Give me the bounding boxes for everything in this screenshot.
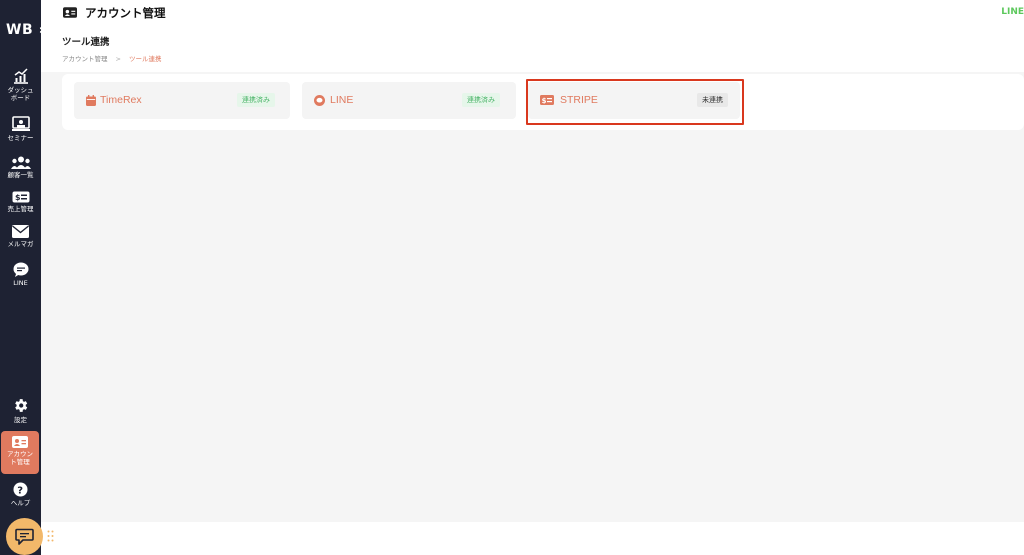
svg-text:$: $ [15,193,21,202]
breadcrumb-parent[interactable]: アカウント管理 [62,55,108,63]
status-badge: 連携済み [237,93,275,107]
tool-card-line[interactable]: LINE 連携済み [302,82,516,119]
drag-handle-icon[interactable] [47,530,54,542]
calendar-icon [86,95,96,106]
sidebar: WB » ダッシュボード セミナー 顧客一覧 [0,0,51,555]
sidebar-item-line[interactable]: LINE [0,262,41,287]
id-card-icon [63,7,77,18]
help-icon: ? [13,482,28,497]
breadcrumb-separator: > [115,55,121,63]
tool-card-timerex[interactable]: TimeRex 連携済み [74,82,290,119]
sidebar-item-dashboard[interactable]: ダッシュボード [0,68,41,102]
chat-bubble-icon [13,262,28,277]
breadcrumb: アカウント管理 > ツール連携 [62,53,161,63]
logo[interactable]: WB [6,22,33,38]
line-icon [314,95,325,106]
id-card-icon [12,436,28,448]
sidebar-item-label: 売上管理 [7,205,34,213]
chat-icon [15,528,34,545]
sidebar-item-label: メルマガ [7,240,34,248]
tool-name: TimeRex [100,94,142,106]
svg-text:?: ? [17,485,23,496]
chart-icon [13,68,28,84]
sidebar-item-label: セミナー [7,134,34,142]
presentation-icon [11,116,30,131]
breadcrumb-current: ツール連携 [128,55,162,63]
status-badge: 連携済み [462,93,500,107]
sidebar-item-settings[interactable]: 設定 [0,397,41,424]
highlight-box [526,79,744,125]
sidebar-item-sales[interactable]: $ 売上管理 [0,191,41,213]
gear-icon [15,399,28,412]
sidebar-item-newsletter[interactable]: メルマガ [0,225,41,248]
page-title: ツール連携 [62,37,110,48]
sidebar-item-account[interactable]: アカウント管理 [1,431,39,474]
sidebar-item-seminar[interactable]: セミナー [0,116,41,142]
sidebar-item-customers[interactable]: 顧客一覧 [0,156,41,179]
sidebar-item-label: アカウント管理 [7,450,33,466]
envelope-icon [12,225,29,238]
users-icon [10,156,31,169]
bottom-bar [41,522,1024,555]
chat-support-button[interactable] [6,518,43,555]
sidebar-item-label: 顧客一覧 [7,171,34,179]
sidebar-item-help[interactable]: ? ヘルプ [0,482,41,507]
sidebar-item-label: LINE [13,279,28,287]
sidebar-item-label: 設定 [14,416,27,424]
tool-name: LINE [330,94,354,106]
money-icon: $ [12,191,29,203]
header: アカウント管理 LINE ツール連携 アカウント管理 > ツール連携 [41,0,1024,72]
sidebar-item-label: ヘルプ [10,499,31,507]
header-line-link[interactable]: LINE [1001,7,1024,17]
header-title: アカウント管理 [85,6,166,20]
sidebar-item-label: ダッシュボード [7,86,34,102]
